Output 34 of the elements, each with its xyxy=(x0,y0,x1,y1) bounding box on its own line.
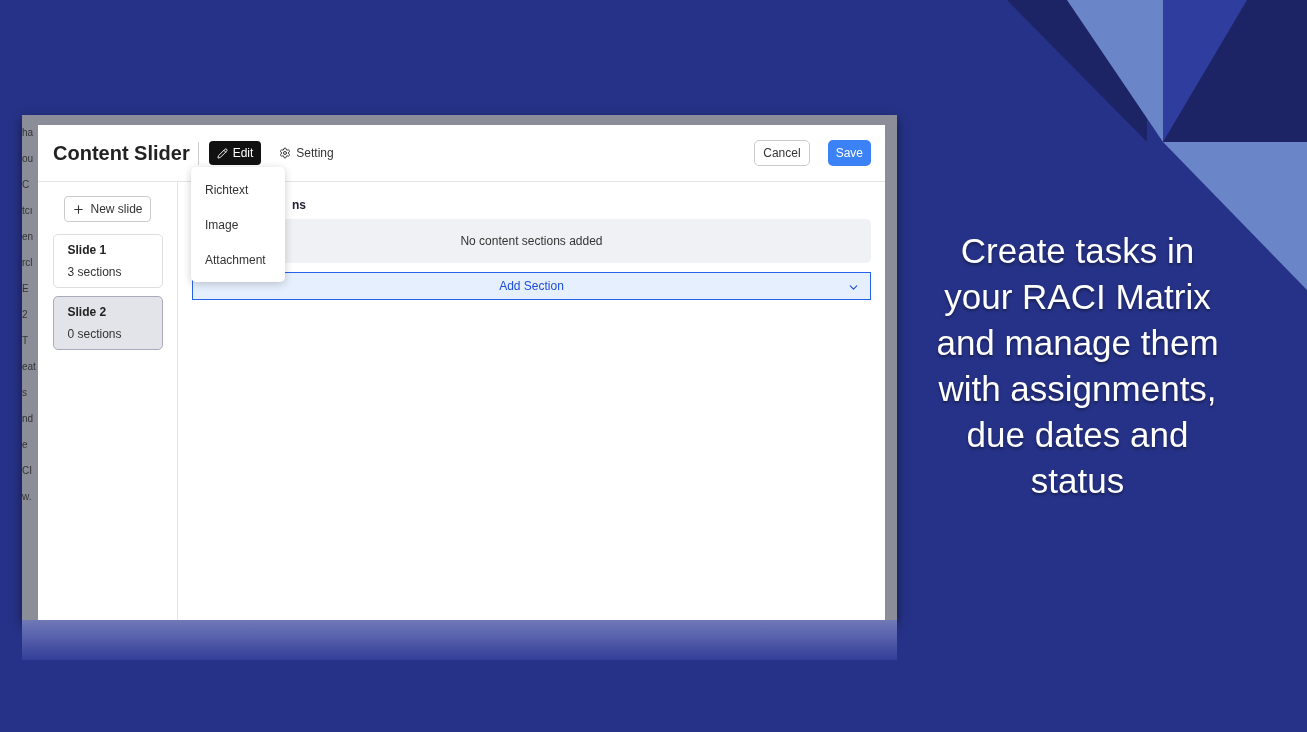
pencil-icon xyxy=(216,147,228,159)
background-text: ha xyxy=(22,127,35,139)
section-heading: ns xyxy=(291,198,307,212)
settings-icon xyxy=(279,147,292,159)
cancel-button[interactable]: Cancel xyxy=(754,140,810,166)
background-text: nd xyxy=(22,413,35,425)
background-text: rcl xyxy=(22,257,34,269)
slide-title: Slide 2 xyxy=(67,305,108,319)
background-text: tcı xyxy=(22,205,34,217)
background-text: E xyxy=(22,283,30,295)
dialog-title: Content Slider xyxy=(53,141,199,165)
tab[interactable]: Setting xyxy=(271,141,342,165)
background-text: en xyxy=(22,231,35,243)
background-text: w. xyxy=(22,491,33,503)
background-text: T xyxy=(22,335,30,347)
save-button[interactable]: Save xyxy=(827,140,871,166)
slide-card[interactable]: Slide 1 3 sections xyxy=(52,234,163,288)
background-text: ou xyxy=(22,153,35,165)
background-text: eat xyxy=(22,361,37,373)
slide-subtitle: 3 sections xyxy=(67,265,123,279)
background-text: CI xyxy=(22,465,33,477)
add-section-dropdown[interactable]: Add Section xyxy=(192,272,871,300)
background-text: s xyxy=(22,387,28,399)
new-slide-button[interactable]: New slide xyxy=(64,196,151,222)
tab[interactable]: Edit xyxy=(208,141,262,165)
plus-icon xyxy=(72,202,86,216)
menu-item[interactable]: Richtext xyxy=(191,172,285,207)
slide-card[interactable]: Slide 2 0 sections xyxy=(52,296,163,350)
background-text: e xyxy=(22,439,29,451)
background-text: 2 xyxy=(22,309,29,321)
caption: Create tasks in your RACI Matrix and manage them with assignments, due dates and status xyxy=(935,230,1220,502)
background-text: C xyxy=(22,179,31,191)
slide-subtitle: 0 sections xyxy=(67,327,123,341)
slide-title: Slide 1 xyxy=(67,243,108,257)
